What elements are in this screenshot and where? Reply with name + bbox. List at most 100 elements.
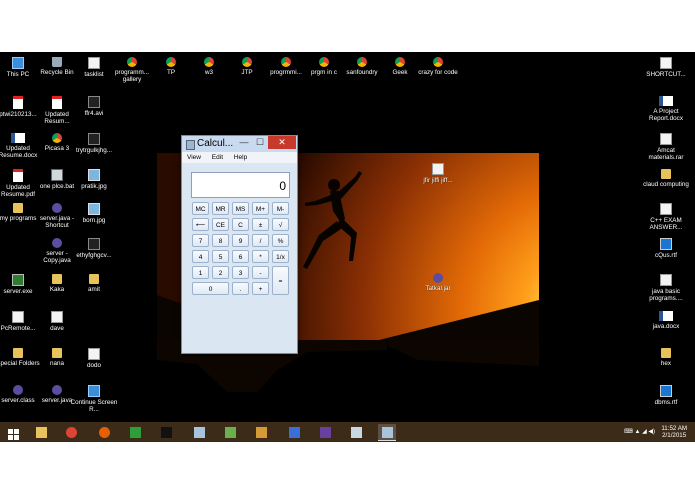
calc-key[interactable]: / <box>252 234 269 247</box>
chrome-shortcut-icon <box>319 57 329 67</box>
desktop-icon[interactable]: ffr4.avi <box>70 96 118 117</box>
desktop-icon[interactable]: cQus.rtf <box>642 238 690 259</box>
maximize-button[interactable]: ☐ <box>252 136 268 149</box>
calc-key[interactable]: C <box>232 218 249 231</box>
calc-key[interactable]: 1 <box>192 266 209 279</box>
desktop-icon[interactable]: Tatkal.jar <box>414 273 462 292</box>
desktop-icon[interactable]: jfir jiffi jiff... <box>414 163 462 184</box>
desktop-icon-label: crazy for code <box>418 69 458 76</box>
calc-key[interactable]: 2 <box>212 266 229 279</box>
recycle-bin-icon <box>52 57 62 67</box>
desktop-icon[interactable]: java.docx <box>642 311 690 330</box>
calc-key[interactable]: MC <box>192 202 209 215</box>
desktop-icon[interactable]: dbms.rtf <box>642 385 690 406</box>
desktop-icon[interactable]: dodo <box>70 348 118 369</box>
start-button[interactable] <box>4 424 22 440</box>
desktop-icon[interactable]: C++ EXAM ANSWER... <box>642 203 690 231</box>
calc-key[interactable]: 4 <box>192 250 209 263</box>
desktop-icon[interactable]: crazy for code <box>414 57 462 76</box>
calc-key[interactable]: % <box>272 234 289 247</box>
remote-desktop-icon[interactable] <box>347 424 365 440</box>
calc-key[interactable]: 9 <box>232 234 249 247</box>
folder-icon <box>661 169 671 179</box>
dev-tool-icon[interactable] <box>285 424 303 440</box>
volume-icon[interactable]: ◀) <box>648 429 655 435</box>
menu-help[interactable]: Help <box>229 152 251 161</box>
visual-studio-icon[interactable] <box>316 424 334 440</box>
calc-key[interactable]: 7 <box>192 234 209 247</box>
store-icon[interactable] <box>126 424 144 440</box>
desktop-icon-label: ffr4.avi <box>84 110 104 117</box>
desktop-icon[interactable]: born.jpg <box>70 203 118 224</box>
document-icon <box>12 311 24 323</box>
calculator-icon[interactable] <box>378 424 396 441</box>
calc-key[interactable]: ⟵ <box>192 218 209 231</box>
notepad-icon[interactable] <box>190 424 208 440</box>
desktop-icon[interactable]: claud computing <box>642 169 690 188</box>
calc-key[interactable]: + <box>252 282 269 295</box>
calc-key[interactable]: * <box>252 250 269 263</box>
calc-key[interactable]: 3 <box>232 266 249 279</box>
calc-key[interactable]: MS <box>232 202 249 215</box>
desktop-icon[interactable]: java basic programs.... <box>642 274 690 302</box>
cmd-icon[interactable] <box>157 424 175 440</box>
calc-key[interactable]: 8 <box>212 234 229 247</box>
cliff-right <box>379 300 539 340</box>
show-hidden-icons-icon[interactable]: ▲ <box>634 429 640 435</box>
file-explorer-icon[interactable] <box>32 424 50 440</box>
desktop-icon-label: amit <box>88 286 100 293</box>
keyboard-icon[interactable]: ⌨ <box>624 429 633 435</box>
menu-edit[interactable]: Edit <box>207 152 227 161</box>
minimize-button[interactable]: — <box>236 136 252 149</box>
calc-key[interactable]: ± <box>252 218 269 231</box>
calc-key[interactable]: - <box>252 266 269 279</box>
calc-key[interactable]: MR <box>212 202 229 215</box>
document-icon <box>660 203 672 215</box>
chrome-shortcut-icon <box>204 57 214 67</box>
pdf-icon <box>13 96 23 109</box>
desktop-icon[interactable]: dave <box>33 311 81 332</box>
menu-view[interactable]: View <box>182 152 205 161</box>
calculator-display: 0 <box>191 172 290 198</box>
folder-icon <box>52 348 62 358</box>
network-icon[interactable]: ◢ <box>642 429 647 435</box>
chrome-shortcut-icon <box>433 57 443 67</box>
image-viewer-icon[interactable] <box>221 424 239 440</box>
system-tray[interactable]: ⌨ ▲ ◢ ◀) <box>624 428 655 435</box>
desktop-icon[interactable]: pratik.jpg <box>70 169 118 190</box>
calc-key[interactable]: M+ <box>252 202 269 215</box>
desktop-icon[interactable]: A Project Report.docx <box>642 96 690 122</box>
calculator-title-bar[interactable]: Calcul... — ☐ ✕ <box>182 136 297 152</box>
desktop-icon[interactable]: SHORTCUT... <box>642 57 690 78</box>
word-icon-glyph <box>255 426 267 438</box>
java-icon <box>433 273 443 283</box>
chrome-shortcut-icon <box>242 57 252 67</box>
calculator-app-icon <box>186 140 195 150</box>
desktop-icon[interactable]: Amcat materials.rar <box>642 133 690 161</box>
calc-key[interactable]: 1/x <box>272 250 289 263</box>
desktop-icon-label: dodo <box>86 362 101 369</box>
taskbar-clock[interactable]: 11:52 AM 2/1/2015 <box>661 425 687 439</box>
firefox-icon[interactable] <box>95 424 113 440</box>
calc-key[interactable]: M- <box>272 202 289 215</box>
desktop-icon[interactable]: Continue Screen R... <box>70 385 118 413</box>
calc-key[interactable]: CE <box>212 218 229 231</box>
calculator-window[interactable]: Calcul... — ☐ ✕ View Edit Help 0 MC MR MS M… <box>181 135 298 354</box>
desktop-icon[interactable]: hex <box>642 348 690 367</box>
calc-key[interactable]: 6 <box>232 250 249 263</box>
desktop-icon-label: claud computing <box>643 181 689 188</box>
calc-key[interactable]: = <box>272 266 289 295</box>
archive-icon <box>660 133 672 145</box>
chrome-icon[interactable] <box>62 424 80 440</box>
desktop-icon[interactable]: trytrgulkjhg... <box>70 133 118 154</box>
calc-key[interactable]: . <box>232 282 249 295</box>
calc-key[interactable]: 5 <box>212 250 229 263</box>
word-icon[interactable] <box>252 424 270 440</box>
desktop-icon[interactable]: amit <box>70 274 118 293</box>
close-button[interactable]: ✕ <box>268 136 296 149</box>
calc-key[interactable]: √ <box>272 218 289 231</box>
desktop-icon-label: cQus.rtf <box>654 252 678 259</box>
calc-key[interactable]: 0 <box>192 282 229 295</box>
cliff-right-rock <box>388 340 539 366</box>
desktop-icon[interactable]: ethyfghgcv... <box>70 238 118 259</box>
